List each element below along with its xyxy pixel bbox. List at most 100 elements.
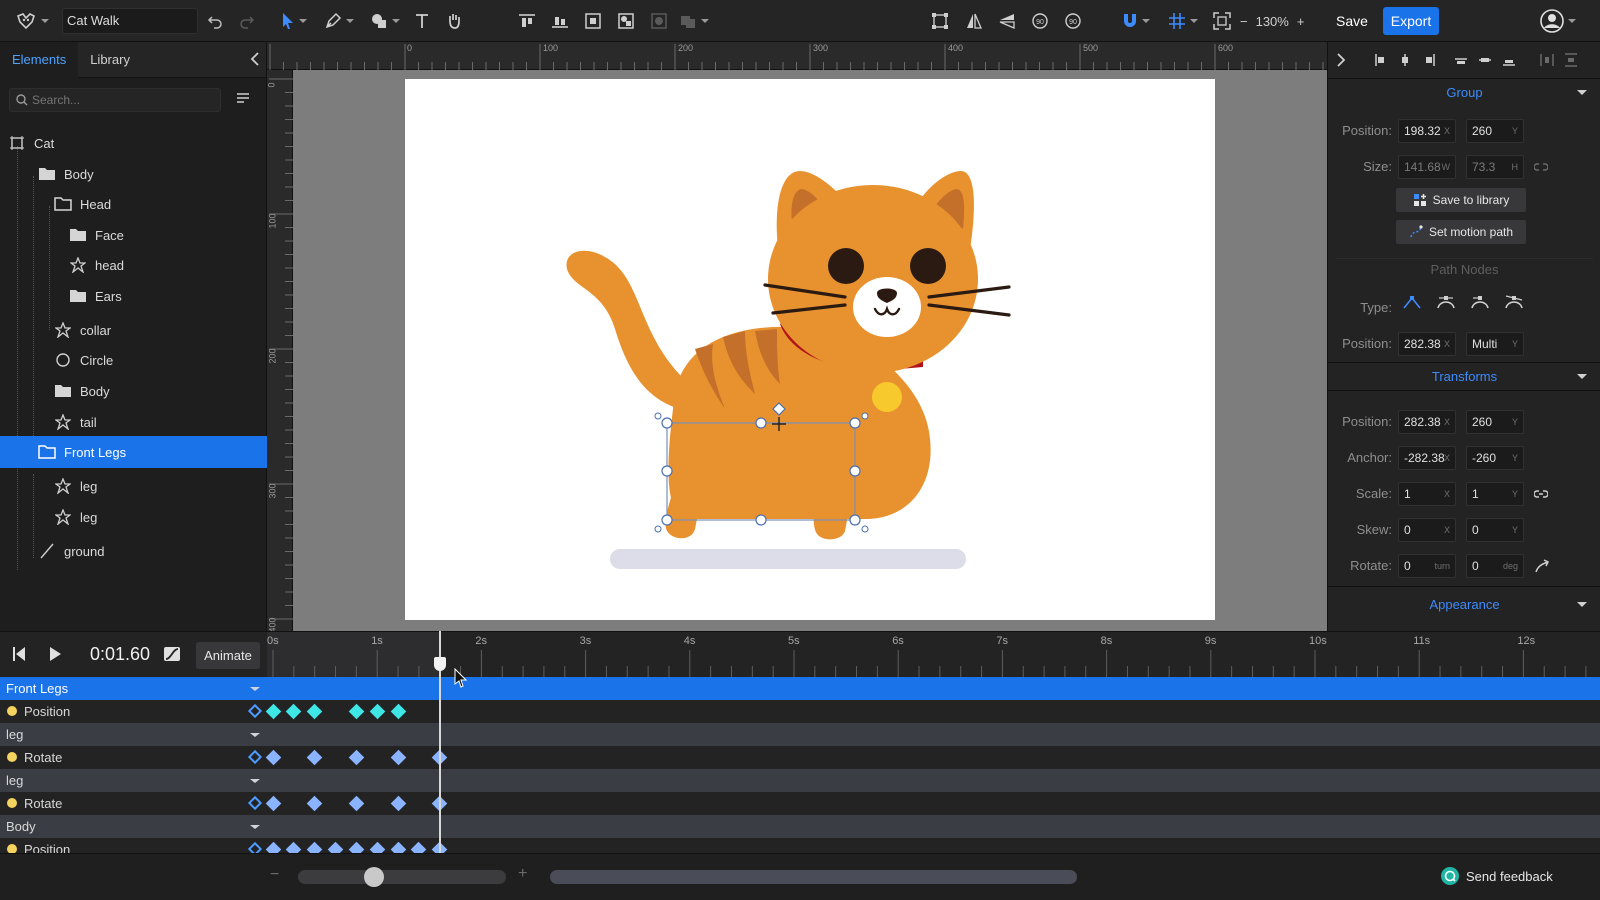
- layer-front-legs-group[interactable]: Front Legs: [0, 436, 267, 468]
- resize-handle[interactable]: [661, 514, 673, 526]
- collapse-left-panel-button[interactable]: [250, 52, 260, 66]
- cat-front-leg-right[interactable]: [813, 479, 855, 540]
- corner-handle[interactable]: [654, 412, 662, 420]
- flip-vertical-button[interactable]: [995, 0, 1019, 42]
- select-tool-button[interactable]: [276, 0, 312, 42]
- resize-handle[interactable]: [849, 514, 861, 526]
- add-keyframe-icon[interactable]: [247, 749, 263, 765]
- rotate-ccw-button[interactable]: 90: [1028, 0, 1052, 42]
- timeline-zoom-out-button[interactable]: −: [270, 866, 279, 884]
- chevron-down-icon[interactable]: [250, 733, 260, 737]
- scale-x-input[interactable]: 1X: [1398, 482, 1456, 506]
- resize-handle[interactable]: [755, 417, 767, 429]
- group-position-y-input[interactable]: 260 Y: [1466, 119, 1524, 143]
- distribute-v-button[interactable]: [1564, 53, 1578, 67]
- resize-handle[interactable]: [755, 514, 767, 526]
- link-scale-button[interactable]: [1534, 488, 1548, 500]
- timeline-property-row[interactable]: Rotate: [0, 792, 1600, 815]
- add-keyframe-icon[interactable]: [247, 703, 263, 719]
- distribute-h-button[interactable]: [1540, 53, 1554, 67]
- chevron-down-icon[interactable]: [250, 687, 260, 691]
- layer-leg-1[interactable]: leg: [0, 471, 267, 501]
- corner-handle[interactable]: [861, 412, 869, 420]
- fit-artboard-button[interactable]: [581, 0, 605, 42]
- ground-shadow[interactable]: [610, 549, 966, 569]
- save-button[interactable]: Save: [1330, 8, 1374, 34]
- tab-library[interactable]: Library: [78, 42, 142, 78]
- resize-handle[interactable]: [849, 417, 861, 429]
- align-center-h-button[interactable]: [1398, 53, 1412, 67]
- keyframe-diamond[interactable]: [348, 703, 365, 720]
- play-button[interactable]: [48, 646, 62, 662]
- group-position-x-input[interactable]: 198.32 X: [1398, 119, 1456, 143]
- anchor-y-input[interactable]: -260 Y: [1466, 446, 1524, 470]
- timeline-zoom-in-button[interactable]: +: [518, 865, 527, 883]
- node-type-asymmetric-button[interactable]: [1470, 294, 1490, 310]
- easing-bulb-icon[interactable]: [7, 798, 17, 808]
- canvas-workspace[interactable]: [293, 70, 1327, 631]
- easing-bulb-icon[interactable]: [7, 706, 17, 716]
- pen-tool-button[interactable]: [320, 0, 358, 42]
- easing-toggle-button[interactable]: [163, 646, 181, 662]
- node-type-corner-button[interactable]: [1402, 294, 1422, 310]
- layer-body-group[interactable]: Body: [0, 159, 267, 189]
- timeline-group-row[interactable]: Front Legs: [0, 677, 1600, 700]
- zoom-in-button[interactable]: +: [1297, 14, 1305, 29]
- skew-x-input[interactable]: 0X: [1398, 518, 1456, 542]
- timeline-zoom-knob[interactable]: [364, 867, 384, 887]
- chevron-down-icon[interactable]: [250, 779, 260, 783]
- node-position-y-input[interactable]: Multi Y: [1466, 332, 1524, 356]
- layer-ground[interactable]: ground: [0, 536, 267, 566]
- app-menu-button[interactable]: [12, 0, 52, 42]
- layer-head-group[interactable]: Head: [0, 189, 267, 219]
- transforms-section-header[interactable]: Transforms: [1328, 362, 1600, 390]
- mask-button[interactable]: [647, 0, 671, 42]
- keyframe-diamond[interactable]: [265, 703, 281, 720]
- align-top-button[interactable]: [515, 0, 539, 42]
- document-name-field[interactable]: Cat Walk: [62, 8, 198, 34]
- flip-horizontal-button[interactable]: [962, 0, 986, 42]
- current-time-display[interactable]: 0:01.60: [90, 644, 150, 665]
- layer-head-shape[interactable]: head: [0, 250, 267, 280]
- cat-tail[interactable]: [566, 250, 695, 409]
- align-left-button[interactable]: [1374, 53, 1388, 67]
- export-button[interactable]: Export: [1383, 7, 1439, 35]
- go-to-start-button[interactable]: [12, 646, 26, 662]
- timeline-zoom-slider[interactable]: [298, 870, 506, 884]
- keyframe-diamond[interactable]: [265, 749, 281, 766]
- artboard[interactable]: [405, 79, 1215, 620]
- node-type-smooth-button[interactable]: [1436, 294, 1456, 310]
- group-size-h-input[interactable]: 73.3 H: [1466, 155, 1524, 179]
- redo-button[interactable]: [236, 0, 258, 42]
- rotate-deg-input[interactable]: 0 deg: [1466, 554, 1524, 578]
- rotate-turn-input[interactable]: 0 turn: [1398, 554, 1456, 578]
- hand-tool-button[interactable]: [442, 0, 466, 42]
- group-section-header[interactable]: Group: [1328, 78, 1600, 106]
- tab-elements[interactable]: Elements: [0, 41, 79, 78]
- timeline-group-row[interactable]: leg: [0, 769, 1600, 792]
- layer-cat[interactable]: Cat: [0, 128, 267, 158]
- orient-to-path-button[interactable]: [1534, 558, 1550, 574]
- rotate-cw-button[interactable]: 90: [1061, 0, 1085, 42]
- layer-ears-group[interactable]: Ears: [0, 281, 267, 311]
- timeline-property-row[interactable]: Position: [0, 700, 1600, 723]
- group-size-w-input[interactable]: 141.68 W: [1398, 155, 1456, 179]
- snapping-button[interactable]: [1117, 0, 1155, 42]
- keyframe-diamond[interactable]: [390, 795, 406, 812]
- corner-handle[interactable]: [861, 525, 869, 533]
- scale-y-input[interactable]: 1Y: [1466, 482, 1524, 506]
- skew-y-input[interactable]: 0Y: [1466, 518, 1524, 542]
- collapse-right-panel-button[interactable]: [1336, 53, 1346, 67]
- fullscreen-button[interactable]: [1210, 0, 1234, 42]
- layer-tail[interactable]: tail: [0, 407, 267, 437]
- text-tool-button[interactable]: [410, 0, 434, 42]
- layer-face-group[interactable]: Face: [0, 220, 267, 250]
- keyframe-diamond[interactable]: [390, 749, 406, 766]
- keyframe-diamond[interactable]: [286, 703, 302, 720]
- timeline-property-row[interactable]: Rotate: [0, 746, 1600, 769]
- add-keyframe-icon[interactable]: [247, 795, 263, 811]
- keyframe-diamond[interactable]: [306, 703, 323, 720]
- zoom-level[interactable]: 130%: [1256, 14, 1289, 29]
- easing-bulb-icon[interactable]: [7, 752, 17, 762]
- cat-bell[interactable]: [872, 382, 902, 412]
